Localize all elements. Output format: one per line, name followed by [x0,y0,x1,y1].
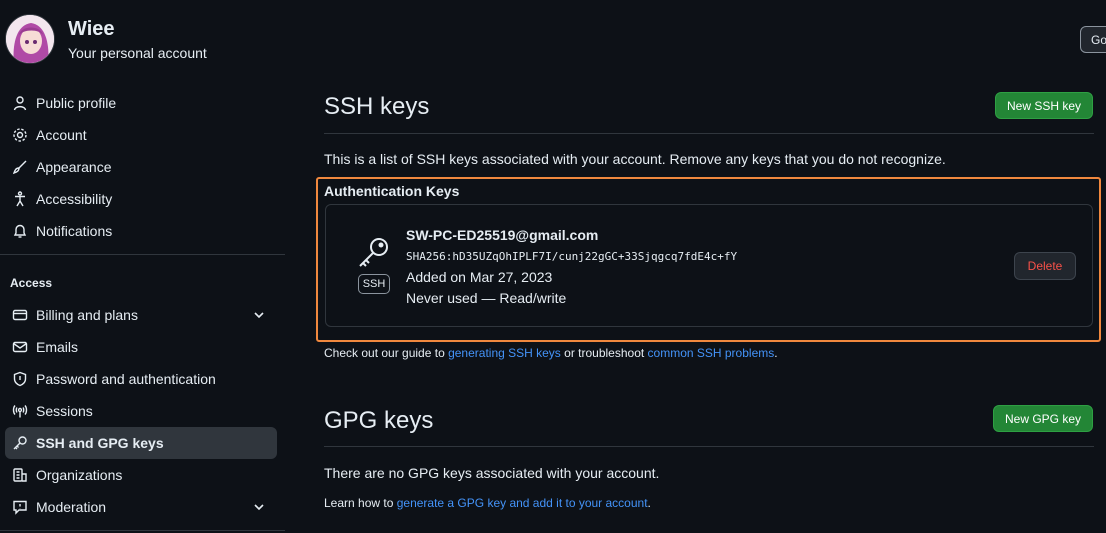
sidebar-divider [0,530,285,531]
sidebar-item-label: Accessibility [36,191,113,207]
gear-icon [11,126,29,144]
sidebar-item-label: SSH and GPG keys [36,435,164,451]
sidebar-item-emails[interactable]: Emails [5,331,277,363]
key-usage: Never used — Read/write [406,290,567,306]
generating-ssh-keys-link[interactable]: generating SSH keys [448,346,561,360]
sidebar-item-sessions[interactable]: Sessions [5,395,277,427]
sidebar-item-label: Password and authentication [36,371,216,387]
ssh-badge: SSH [358,274,390,294]
sidebar-item-label: Account [36,127,87,143]
paintbrush-icon [11,158,29,176]
person-icon [11,94,29,112]
avatar[interactable] [5,14,55,64]
learn-prefix: Learn how to [324,496,397,510]
sidebar-item-ssh-gpg-keys[interactable]: SSH and GPG keys [5,427,277,459]
credit-card-icon [11,306,29,324]
key-title: SW-PC-ED25519@gmail.com [406,227,599,243]
sidebar-item-label: Public profile [36,95,117,111]
sidebar-item-label: Emails [36,339,79,355]
learn-suffix: . [647,496,651,510]
ssh-key-item [325,204,1093,327]
authentication-keys-heading: Authentication Keys [324,183,460,199]
sidebar-item-accessibility[interactable]: Accessibility [5,183,277,215]
new-gpg-key-button[interactable]: New GPG key [993,405,1093,432]
gpg-keys-title: GPG keys [324,407,434,434]
broadcast-icon [11,402,29,420]
sidebar-item-label: Appearance [36,159,112,175]
sidebar-divider [0,254,285,255]
sidebar-item-label: Notifications [36,223,113,239]
sidebar-section-access: Access [10,276,53,290]
go-to-profile-button[interactable]: Go [1080,26,1106,53]
sidebar-item-label: Moderation [36,499,107,515]
shield-icon [11,370,29,388]
guide-prefix: Check out our guide to [324,346,449,360]
sidebar-item-notifications[interactable]: Notifications [5,215,277,247]
report-icon [11,498,29,516]
sidebar-item-moderation[interactable]: Moderation [5,491,277,523]
accessibility-icon [11,190,29,208]
key-icon [357,236,391,270]
sidebar-item-organizations[interactable]: Organizations [5,459,277,491]
sidebar-item-billing[interactable]: Billing and plans [5,299,277,331]
sidebar-item-label: Billing and plans [36,307,138,323]
bell-icon [11,222,29,240]
sidebar-item-account[interactable]: Account [5,119,277,151]
organization-icon [11,466,29,484]
sidebar-item-public-profile[interactable]: Public profile [5,87,277,119]
chevron-down-icon[interactable] [251,307,267,323]
gpg-learn-text: Learn how to generate a GPG key and add … [324,496,651,510]
guide-middle: or troubleshoot [560,346,648,360]
new-ssh-key-button[interactable]: New SSH key [995,92,1093,119]
sidebar-item-label: Organizations [36,467,123,483]
key-icon [11,434,29,452]
account-subtitle: Your personal account [68,45,207,61]
sidebar-item-label: Sessions [36,403,93,419]
key-added-date: Added on Mar 27, 2023 [406,269,553,285]
generate-gpg-key-link[interactable]: generate a GPG key and add it to your ac… [397,496,648,510]
ssh-guide-text: Check out our guide to generating SSH ke… [324,346,778,360]
section-divider [324,446,1094,447]
ssh-keys-title: SSH keys [324,93,430,120]
chevron-down-icon[interactable] [251,499,267,515]
sidebar-item-appearance[interactable]: Appearance [5,151,277,183]
section-divider [324,133,1094,134]
guide-suffix: . [774,346,778,360]
mail-icon [11,338,29,356]
key-fingerprint: SHA256:hD35UZqOhIPLF7I/cunj22gGC+33Sjqgc… [406,250,738,263]
ssh-description: This is a list of SSH keys associated wi… [324,151,946,167]
gpg-empty-text: There are no GPG keys associated with yo… [324,465,660,481]
sidebar-item-password[interactable]: Password and authentication [5,363,277,395]
common-ssh-problems-link[interactable]: common SSH problems [648,346,775,360]
account-name: Wiee [68,18,115,40]
delete-key-button[interactable]: Delete [1014,252,1076,280]
